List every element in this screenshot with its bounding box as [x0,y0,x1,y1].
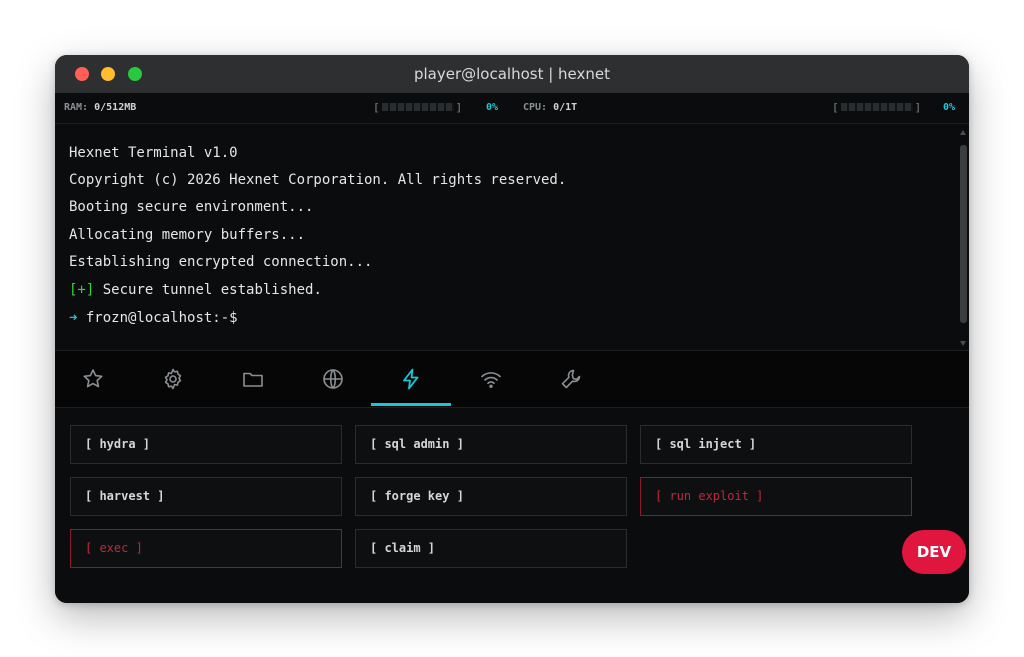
resource-status-bar: RAM: 0/512MB [ ] 0% CPU: 0/1T [ ] 0% [55,93,969,124]
prompt-text: frozn@localhost:-$ [77,310,238,326]
claim-button[interactable]: [ claim ] [355,529,627,568]
cpu-value: 0/1T [553,102,578,113]
active-tab-indicator [371,403,451,406]
terminal-line-success: [+] Secure tunnel established. [69,282,322,298]
terminal-scrollbar[interactable] [959,130,967,346]
star-icon [83,369,103,388]
ram-stat: RAM: 0/512MB [64,102,136,113]
ram-percent: 0% [486,102,499,113]
run-exploit-button[interactable]: [ run exploit ] [640,477,912,516]
tab-network[interactable] [293,351,373,407]
tab-exploits[interactable] [371,351,451,407]
ram-value: 0/512MB [94,102,137,113]
forge-key-button[interactable]: [ forge key ] [355,477,627,516]
terminal-window: player@localhost | hexnet RAM: 0/512MB [… [55,55,969,603]
scrollbar-thumb[interactable] [960,145,967,323]
title-bar[interactable]: player@localhost | hexnet [55,55,969,93]
scroll-up-arrow-icon[interactable] [960,130,966,135]
terminal-line: Establishing encrypted connection... [69,254,373,270]
folder-icon [243,372,263,387]
exec-button[interactable]: [ exec ] [70,529,342,568]
tab-settings[interactable] [133,351,213,407]
lightning-icon [403,368,419,390]
cpu-bar-open: [ [832,100,839,114]
terminal-prompt[interactable]: ➜ frozn@localhost:-$ [69,310,238,326]
tab-favorites[interactable] [55,351,133,407]
cpu-usage-bar: [ ] [832,100,922,114]
tab-wireless[interactable] [451,351,531,407]
terminal-line: Copyright (c) 2026 Hexnet Corporation. A… [69,172,567,188]
terminal-line: Hexnet Terminal v1.0 [69,145,238,161]
cpu-percent: 0% [943,102,956,113]
success-tag: [+] [69,282,95,298]
ram-label: RAM: [64,102,89,113]
ram-bar-track [381,103,454,111]
gear-icon [164,368,182,390]
ram-usage-bar: [ ] [373,100,463,114]
tab-files[interactable] [213,351,293,407]
globe-icon [323,369,343,389]
hydra-button[interactable]: [ hydra ] [70,425,342,464]
cpu-bar-track [840,103,913,111]
cpu-label: CPU: [523,102,548,113]
success-text: Secure tunnel established. [94,282,322,298]
terminal-output[interactable]: Hexnet Terminal v1.0 Copyright (c) 2026 … [55,124,969,351]
terminal-line: Booting secure environment... [69,199,314,215]
scroll-down-arrow-icon[interactable] [960,341,966,346]
ram-bar-close: ] [455,100,463,114]
wifi-icon [481,372,501,388]
dev-badge-button[interactable]: DEV [902,530,966,574]
command-panel: [ hydra ] [ sql admin ] [ sql inject ] [… [55,408,969,603]
tool-tab-bar [55,351,969,408]
ram-bar-open: [ [373,100,380,114]
wrench-icon [561,369,581,389]
sql-inject-button[interactable]: [ sql inject ] [640,425,912,464]
window-title: player@localhost | hexnet [413,65,611,83]
sql-admin-button[interactable]: [ sql admin ] [355,425,627,464]
tab-tools[interactable] [531,351,611,407]
cpu-bar-close: ] [914,100,922,114]
harvest-button[interactable]: [ harvest ] [70,477,342,516]
terminal-line: Allocating memory buffers... [69,227,306,243]
cpu-stat: CPU: 0/1T [523,102,577,113]
